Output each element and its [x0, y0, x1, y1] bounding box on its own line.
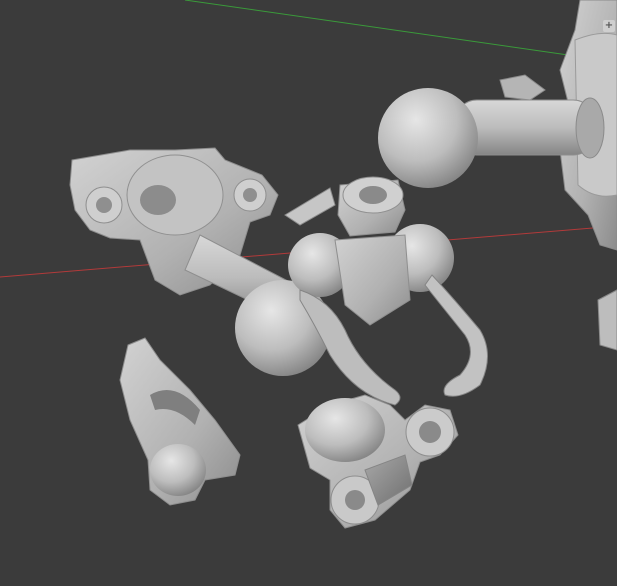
- scene-canvas[interactable]: [0, 0, 617, 586]
- bottom-left-shell-part[interactable]: [119, 337, 241, 506]
- bottom-right-part[interactable]: [297, 394, 459, 529]
- plus-icon[interactable]: +: [603, 20, 615, 32]
- central-joint-part[interactable]: [284, 176, 488, 406]
- 3d-viewport[interactable]: +: [0, 0, 617, 586]
- y-axis-line: [184, 0, 617, 63]
- top-right-body-part[interactable]: [499, 0, 617, 351]
